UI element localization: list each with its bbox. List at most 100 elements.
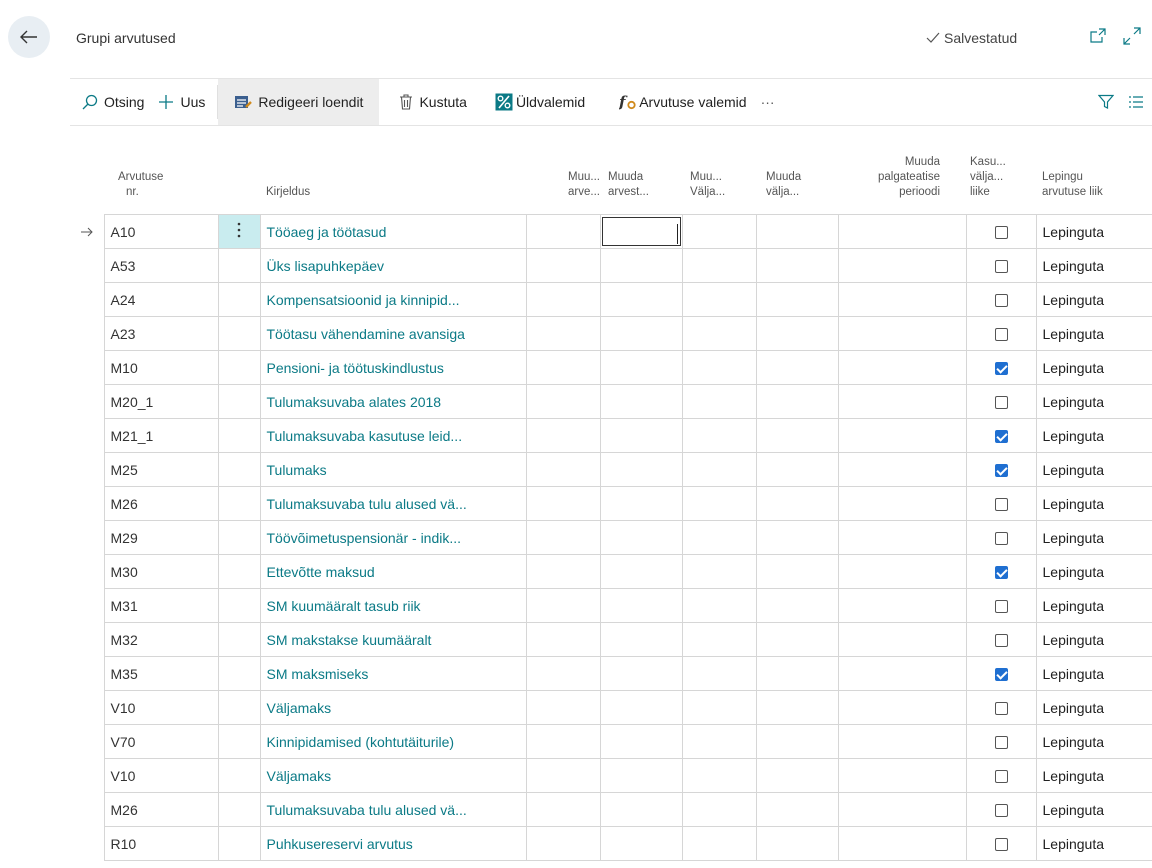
description-link[interactable]: Tulumaksuvaba alates 2018 <box>259 384 527 419</box>
col3-cell[interactable] <box>525 316 601 351</box>
col6-cell[interactable] <box>755 282 839 317</box>
row-actions-button[interactable] <box>217 758 261 793</box>
calc-no-cell[interactable]: M21_1 <box>103 418 219 453</box>
col5-cell[interactable] <box>681 248 757 283</box>
col3-cell[interactable] <box>525 588 601 623</box>
col7-cell[interactable] <box>837 350 967 385</box>
table-row[interactable]: M10 Pensioni- ja töötuskindlustus Lepingut… <box>70 350 1152 385</box>
table-row[interactable]: M26 Tulumaksuvaba tulu alused vä... Leping… <box>70 792 1152 827</box>
contract-type-cell[interactable]: Lepinguta <box>1035 826 1152 861</box>
col7-cell[interactable] <box>837 758 967 793</box>
table-row[interactable]: M21_1 Tulumaksuvaba kasutuse leid... Lepin… <box>70 418 1152 453</box>
row-actions-button[interactable] <box>217 452 261 487</box>
col5-cell[interactable] <box>681 724 757 759</box>
table-row[interactable]: M31 SM kuumääralt tasub riik Lepinguta <box>70 588 1152 623</box>
description-link[interactable]: Kinnipidamised (kohtutäiturile) <box>259 724 527 759</box>
search-button[interactable]: Otsing <box>70 79 156 125</box>
col4-cell[interactable] <box>599 622 683 657</box>
use-checkbox[interactable] <box>994 838 1008 852</box>
row-actions-button[interactable] <box>217 248 261 283</box>
use-checkbox[interactable] <box>994 362 1008 376</box>
calc-no-cell[interactable]: M26 <box>103 486 219 521</box>
col-header-description[interactable]: Kirjeldus <box>266 185 310 200</box>
description-link[interactable]: Kompensatsioonid ja kinnipid... <box>259 282 527 317</box>
description-link[interactable]: Tulumaksuvaba tulu alused vä... <box>259 792 527 827</box>
col3-cell[interactable] <box>525 622 601 657</box>
contract-type-cell[interactable]: Lepinguta <box>1035 690 1152 725</box>
col6-cell[interactable] <box>755 656 839 691</box>
contract-type-cell[interactable]: Lepinguta <box>1035 622 1152 657</box>
description-link[interactable]: Puhkusereservi arvutus <box>259 826 527 861</box>
contract-type-cell[interactable]: Lepinguta <box>1035 384 1152 419</box>
col4-cell[interactable] <box>599 214 683 249</box>
col4-cell[interactable] <box>599 418 683 453</box>
contract-type-cell[interactable]: Lepinguta <box>1035 520 1152 555</box>
calc-no-cell[interactable]: V10 <box>103 690 219 725</box>
use-checkbox[interactable] <box>994 498 1008 512</box>
description-link[interactable]: Tulumaks <box>259 452 527 487</box>
col-header-col5[interactable]: Muu... Välja... <box>690 170 725 200</box>
table-row[interactable]: V70 Kinnipidamised (kohtutäiturile) Leping… <box>70 724 1152 759</box>
calc-no-cell[interactable]: M20_1 <box>103 384 219 419</box>
more-actions-button[interactable]: ··· <box>759 79 787 125</box>
col3-cell[interactable] <box>525 282 601 317</box>
col5-cell[interactable] <box>681 350 757 385</box>
col-header-col4[interactable]: Muuda arvest... <box>608 170 649 200</box>
calc-no-cell[interactable]: M31 <box>103 588 219 623</box>
col5-cell[interactable] <box>681 588 757 623</box>
col4-cell[interactable] <box>599 656 683 691</box>
col7-cell[interactable] <box>837 452 967 487</box>
col4-cell[interactable] <box>599 384 683 419</box>
col4-cell[interactable] <box>599 554 683 589</box>
row-actions-button[interactable] <box>217 214 261 249</box>
contract-type-cell[interactable]: Lepinguta <box>1035 758 1152 793</box>
contract-type-cell[interactable]: Lepinguta <box>1035 418 1152 453</box>
use-checkbox[interactable] <box>994 736 1008 750</box>
row-actions-button[interactable] <box>217 588 261 623</box>
col4-cell[interactable] <box>599 282 683 317</box>
open-in-new-window-icon[interactable] <box>1089 28 1107 44</box>
col7-cell[interactable] <box>837 792 967 827</box>
use-checkbox[interactable] <box>994 668 1008 682</box>
col4-cell[interactable] <box>599 792 683 827</box>
col7-cell[interactable] <box>837 588 967 623</box>
table-row[interactable]: A10 Tööaeg ja töötasud Lepinguta <box>70 214 1152 249</box>
row-actions-button[interactable] <box>217 690 261 725</box>
use-checkbox[interactable] <box>994 532 1008 546</box>
table-row[interactable]: M30 Ettevõtte maksud Lepinguta <box>70 554 1152 589</box>
use-checkbox[interactable] <box>994 634 1008 648</box>
col4-cell[interactable] <box>599 690 683 725</box>
col3-cell[interactable] <box>525 384 601 419</box>
use-checkbox[interactable] <box>994 294 1008 308</box>
col6-cell[interactable] <box>755 384 839 419</box>
table-row[interactable]: V10 Väljamaks Lepinguta <box>70 690 1152 725</box>
contract-type-cell[interactable]: Lepinguta <box>1035 350 1152 385</box>
col3-cell[interactable] <box>525 656 601 691</box>
col6-cell[interactable] <box>755 452 839 487</box>
col5-cell[interactable] <box>681 554 757 589</box>
col5-cell[interactable] <box>681 452 757 487</box>
col6-cell[interactable] <box>755 248 839 283</box>
row-actions-button[interactable] <box>217 792 261 827</box>
table-row[interactable]: M20_1 Tulumaksuvaba alates 2018 Lepinguta <box>70 384 1152 419</box>
col4-cell[interactable] <box>599 588 683 623</box>
description-link[interactable]: Väljamaks <box>259 690 527 725</box>
col5-cell[interactable] <box>681 520 757 555</box>
col6-cell[interactable] <box>755 724 839 759</box>
col-header-calc-no[interactable]: Arvutuse nr. <box>118 170 163 200</box>
col5-cell[interactable] <box>681 316 757 351</box>
row-actions-button[interactable] <box>217 350 261 385</box>
row-actions-button[interactable] <box>217 724 261 759</box>
col7-cell[interactable] <box>837 656 967 691</box>
col-header-col3[interactable]: Muu... arve... <box>530 170 600 200</box>
col5-cell[interactable] <box>681 418 757 453</box>
contract-type-cell[interactable]: Lepinguta <box>1035 248 1152 283</box>
row-actions-button[interactable] <box>217 656 261 691</box>
col-header-col9[interactable]: Lepingu arvutuse liik <box>1042 170 1103 200</box>
calc-formulas-button[interactable]: f Arvutuse valemid <box>597 79 758 125</box>
col6-cell[interactable] <box>755 792 839 827</box>
calc-no-cell[interactable]: A23 <box>103 316 219 351</box>
row-actions-button[interactable] <box>217 554 261 589</box>
row-actions-button[interactable] <box>217 520 261 555</box>
description-link[interactable]: Üks lisapuhkepäev <box>259 248 527 283</box>
